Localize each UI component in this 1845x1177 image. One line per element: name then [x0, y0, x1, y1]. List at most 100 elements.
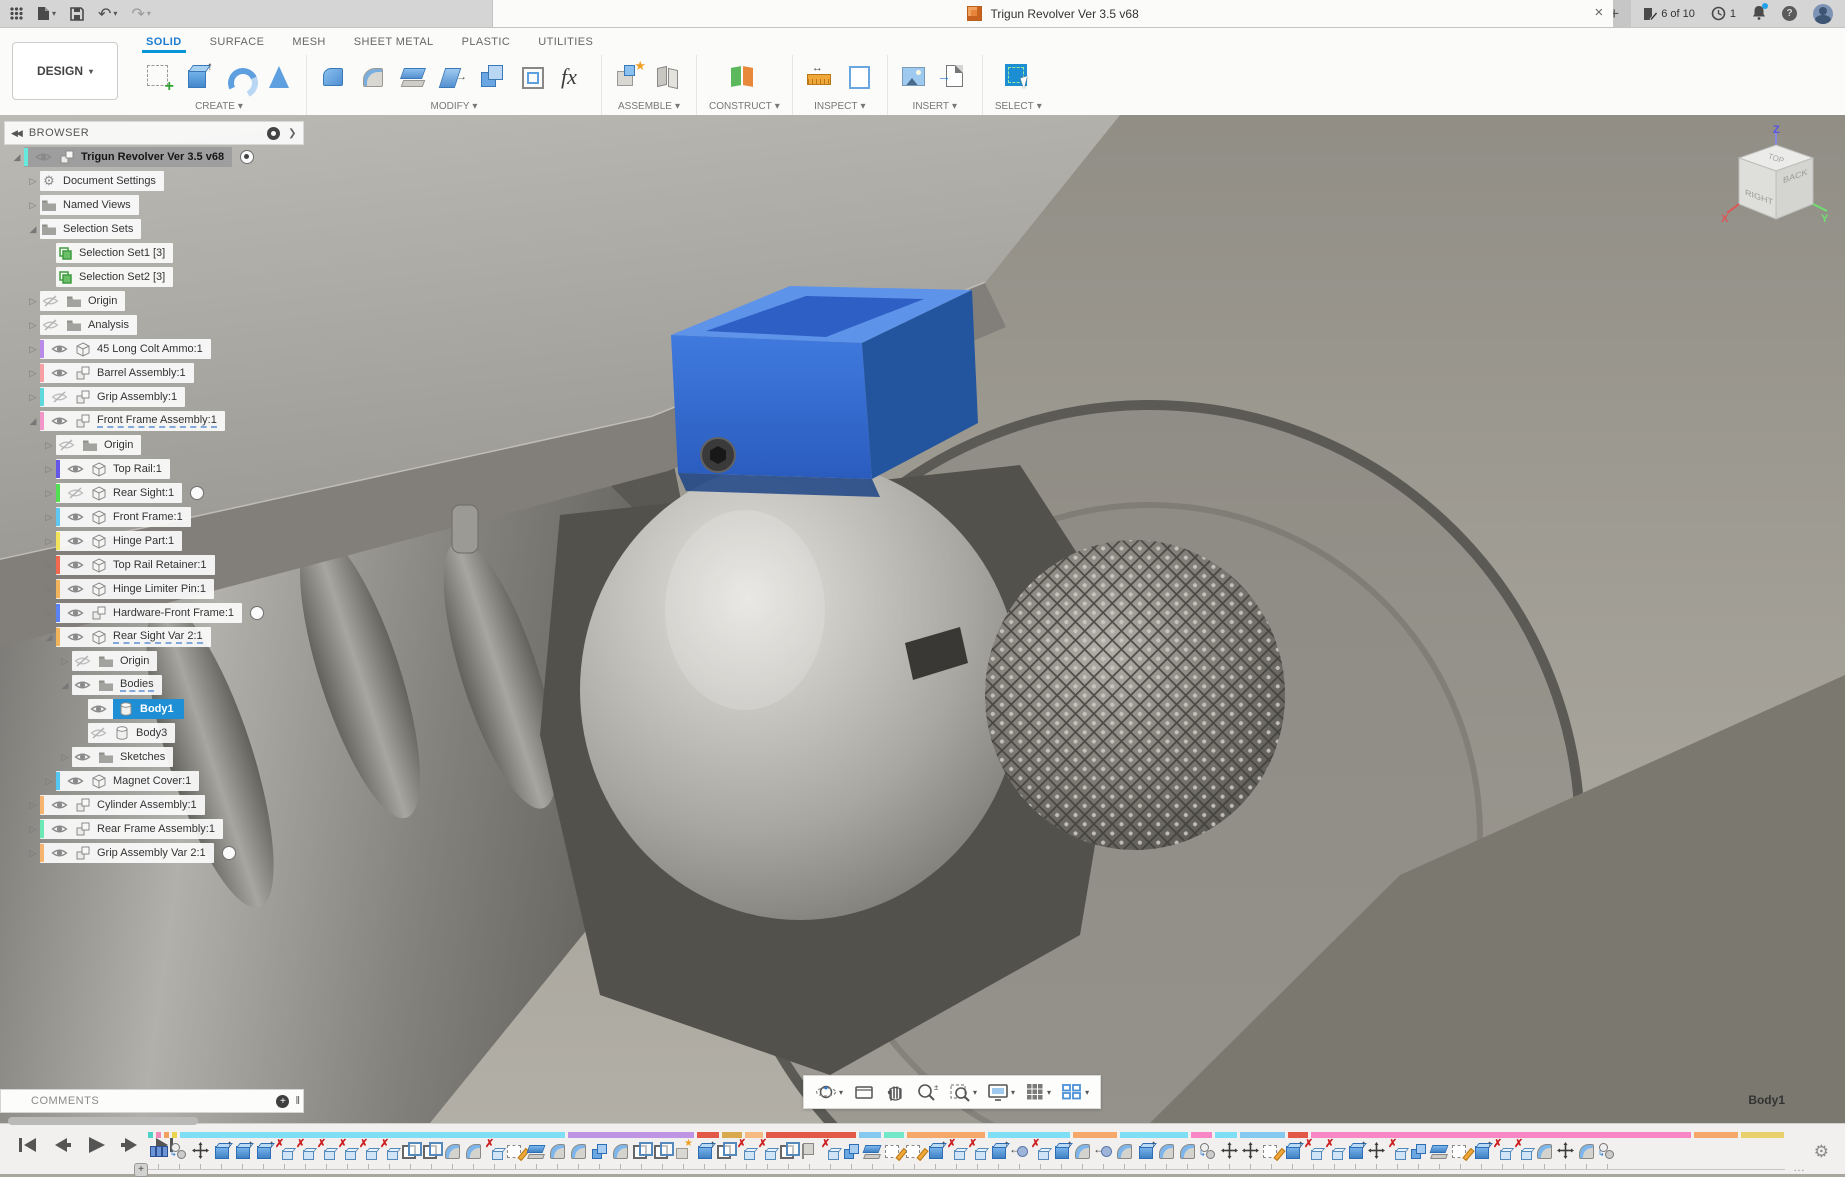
timeline-feature-move[interactable] — [1555, 1140, 1576, 1162]
timeline-group-band[interactable] — [1741, 1132, 1784, 1138]
visibility-eye-icon[interactable] — [65, 559, 85, 571]
browser-row-magnet-cover-1[interactable]: ▷Magnet Cover:1 — [4, 769, 304, 793]
comments-add-icon[interactable]: + — [276, 1095, 289, 1108]
timeline-feature-shell[interactable] — [862, 1140, 883, 1162]
timeline-feature-fillet[interactable] — [1177, 1140, 1198, 1162]
look-at-tool-button[interactable] — [848, 1076, 880, 1108]
browser-row-top-rail-1[interactable]: ▷Top Rail:1 — [4, 457, 304, 481]
tree-expand-closed-icon[interactable]: ▷ — [58, 656, 72, 667]
timeline-group-band[interactable] — [180, 1132, 565, 1138]
timeline-feature-extrude[interactable]: ↑ — [694, 1140, 715, 1162]
timeline-feature-extrude[interactable]: ↑ — [253, 1140, 274, 1162]
browser-row-origin[interactable]: ▷Origin — [4, 289, 304, 313]
timeline-feature-joint[interactable]: ↳ — [1597, 1140, 1618, 1162]
tree-expand-open-icon[interactable]: ◢ — [42, 632, 56, 643]
browser-row-top-rail-retainer-1[interactable]: ▷Top Rail Retainer:1 — [4, 553, 304, 577]
sweep-icon[interactable] — [264, 62, 294, 92]
viewports-tool-button[interactable]: ▾ — [1056, 1076, 1094, 1108]
tree-expand-closed-icon[interactable]: ▷ — [26, 344, 40, 355]
plane-icon[interactable] — [729, 62, 759, 92]
tree-expand-closed-icon[interactable]: ▷ — [26, 320, 40, 331]
zoom-tool-button[interactable]: ± — [910, 1076, 944, 1108]
visibility-eye-icon[interactable] — [33, 151, 53, 163]
timeline-group-band[interactable] — [1694, 1132, 1738, 1138]
browser-collapse-icon[interactable]: ◀◀ — [11, 128, 21, 139]
timeline-feature-sketch[interactable] — [505, 1140, 526, 1162]
timeline-feature-shell[interactable] — [1429, 1140, 1450, 1162]
visibility-eye-icon[interactable] — [49, 343, 69, 355]
document-tab-close-button[interactable]: × — [1594, 5, 1603, 20]
insert-image-icon[interactable] — [900, 62, 930, 92]
comments-bar[interactable]: COMMENTS + ‖ — [0, 1089, 304, 1113]
timeline-feature-extrude[interactable]: ↑ — [925, 1140, 946, 1162]
user-avatar[interactable] — [1813, 4, 1833, 24]
timeline-group-band[interactable] — [1191, 1132, 1212, 1138]
timeline-feature-pattern[interactable] — [421, 1140, 442, 1162]
timeline-group-band[interactable] — [1073, 1132, 1117, 1138]
timeline-group-band[interactable] — [988, 1132, 1070, 1138]
browser-row-body3[interactable]: Body3 — [4, 721, 304, 745]
timeline-feature-cut[interactable]: ✗ — [379, 1140, 400, 1162]
timeline-feature-revert[interactable]: ← — [1009, 1140, 1030, 1162]
tree-expand-closed-icon[interactable]: ▷ — [58, 752, 72, 763]
tree-expand-open-icon[interactable]: ◢ — [10, 152, 24, 163]
tree-expand-closed-icon[interactable]: ▷ — [26, 848, 40, 859]
visibility-eye-icon[interactable] — [65, 463, 85, 475]
tree-expand-closed-icon[interactable]: ▷ — [26, 392, 40, 403]
ribbon-group-label-assemble[interactable]: ASSEMBLE▾ — [618, 101, 680, 112]
timeline-feature-pattern[interactable] — [715, 1140, 736, 1162]
timeline-group-band[interactable] — [1240, 1132, 1285, 1138]
ribbon-group-label-modify[interactable]: MODIFY▾ — [431, 101, 478, 112]
display-settings-tool-button[interactable]: ▾ — [982, 1076, 1020, 1108]
timeline-feature-fillet[interactable] — [1072, 1140, 1093, 1162]
timeline-feature-move[interactable] — [1219, 1140, 1240, 1162]
undo-button[interactable]: ↶▾ — [98, 4, 117, 24]
timeline-feature-combine[interactable] — [1408, 1140, 1429, 1162]
timeline-feature-revert[interactable]: ← — [1093, 1140, 1114, 1162]
parameters-icon[interactable]: fx — [559, 62, 589, 92]
job-status-button[interactable]: 1 — [1711, 6, 1736, 21]
browser-row-named-views[interactable]: ▷Named Views — [4, 193, 304, 217]
orbit-dropdown-caret[interactable]: ▾ — [839, 1088, 843, 1097]
timeline-feature-cut[interactable]: ✗ — [967, 1140, 988, 1162]
visibility-eye-off-icon[interactable] — [88, 727, 108, 739]
measure-icon[interactable] — [805, 62, 835, 92]
visibility-eye-icon[interactable] — [49, 799, 69, 811]
timeline-feature-pattern[interactable] — [652, 1140, 673, 1162]
browser-row-selection-set1-3-[interactable]: Selection Set1 [3] — [4, 241, 304, 265]
browser-filter-icon[interactable] — [267, 127, 280, 140]
timeline-feature-extrude[interactable]: ↑ — [1135, 1140, 1156, 1162]
timeline-feature-extrude[interactable]: ↑ — [988, 1140, 1009, 1162]
timeline-feature-joint[interactable]: ↳ — [169, 1140, 190, 1162]
timeline-feature-newcomp[interactable]: ★ — [673, 1140, 694, 1162]
tree-expand-closed-icon[interactable]: ▷ — [42, 536, 56, 547]
visibility-eye-icon[interactable] — [65, 535, 85, 547]
timeline-feature-fillet[interactable] — [1576, 1140, 1597, 1162]
timeline-feature-pattern[interactable] — [631, 1140, 652, 1162]
timeline-feature-shell[interactable] — [526, 1140, 547, 1162]
visibility-eye-off-icon[interactable] — [65, 487, 85, 499]
visibility-eye-off-icon[interactable] — [40, 295, 60, 307]
browser-row-trigun-revolver-ver-3-5-v68[interactable]: ◢Trigun Revolver Ver 3.5 v68 — [4, 145, 304, 169]
timeline-group-band[interactable] — [884, 1132, 904, 1138]
visibility-eye-icon[interactable] — [49, 847, 69, 859]
timeline-feature-sketch[interactable] — [883, 1140, 904, 1162]
timeline-feature-pattern[interactable] — [778, 1140, 799, 1162]
fit-tool-button[interactable]: ▾ — [944, 1076, 982, 1108]
help-button[interactable]: ? — [1782, 6, 1797, 21]
browser-header[interactable]: ◀◀ BROWSER ❯ — [4, 121, 304, 145]
orbit-tool-button[interactable]: ▾ — [810, 1076, 848, 1108]
visibility-eye-off-icon[interactable] — [40, 319, 60, 331]
timeline-group-band[interactable] — [148, 1132, 153, 1138]
timeline-feature-extrude[interactable]: ↑ — [232, 1140, 253, 1162]
timeline-track[interactable] — [148, 1169, 1785, 1170]
browser-row-hinge-limiter-pin-1[interactable]: ▷Hinge Limiter Pin:1 — [4, 577, 304, 601]
frame-dome[interactable] — [580, 460, 1020, 920]
timeline-group-band[interactable] — [568, 1132, 694, 1138]
timeline-feature-extrude[interactable]: ↑ — [1471, 1140, 1492, 1162]
tree-expand-closed-icon[interactable]: ▷ — [26, 824, 40, 835]
visibility-eye-icon[interactable] — [65, 607, 85, 619]
view-cube[interactable]: Z TOP RIGHT BACK X Y — [1721, 123, 1831, 233]
ribbon-tab-utilities[interactable]: UTILITIES — [524, 32, 607, 53]
browser-row-cylinder-assembly-1[interactable]: ▷Cylinder Assembly:1 — [4, 793, 304, 817]
